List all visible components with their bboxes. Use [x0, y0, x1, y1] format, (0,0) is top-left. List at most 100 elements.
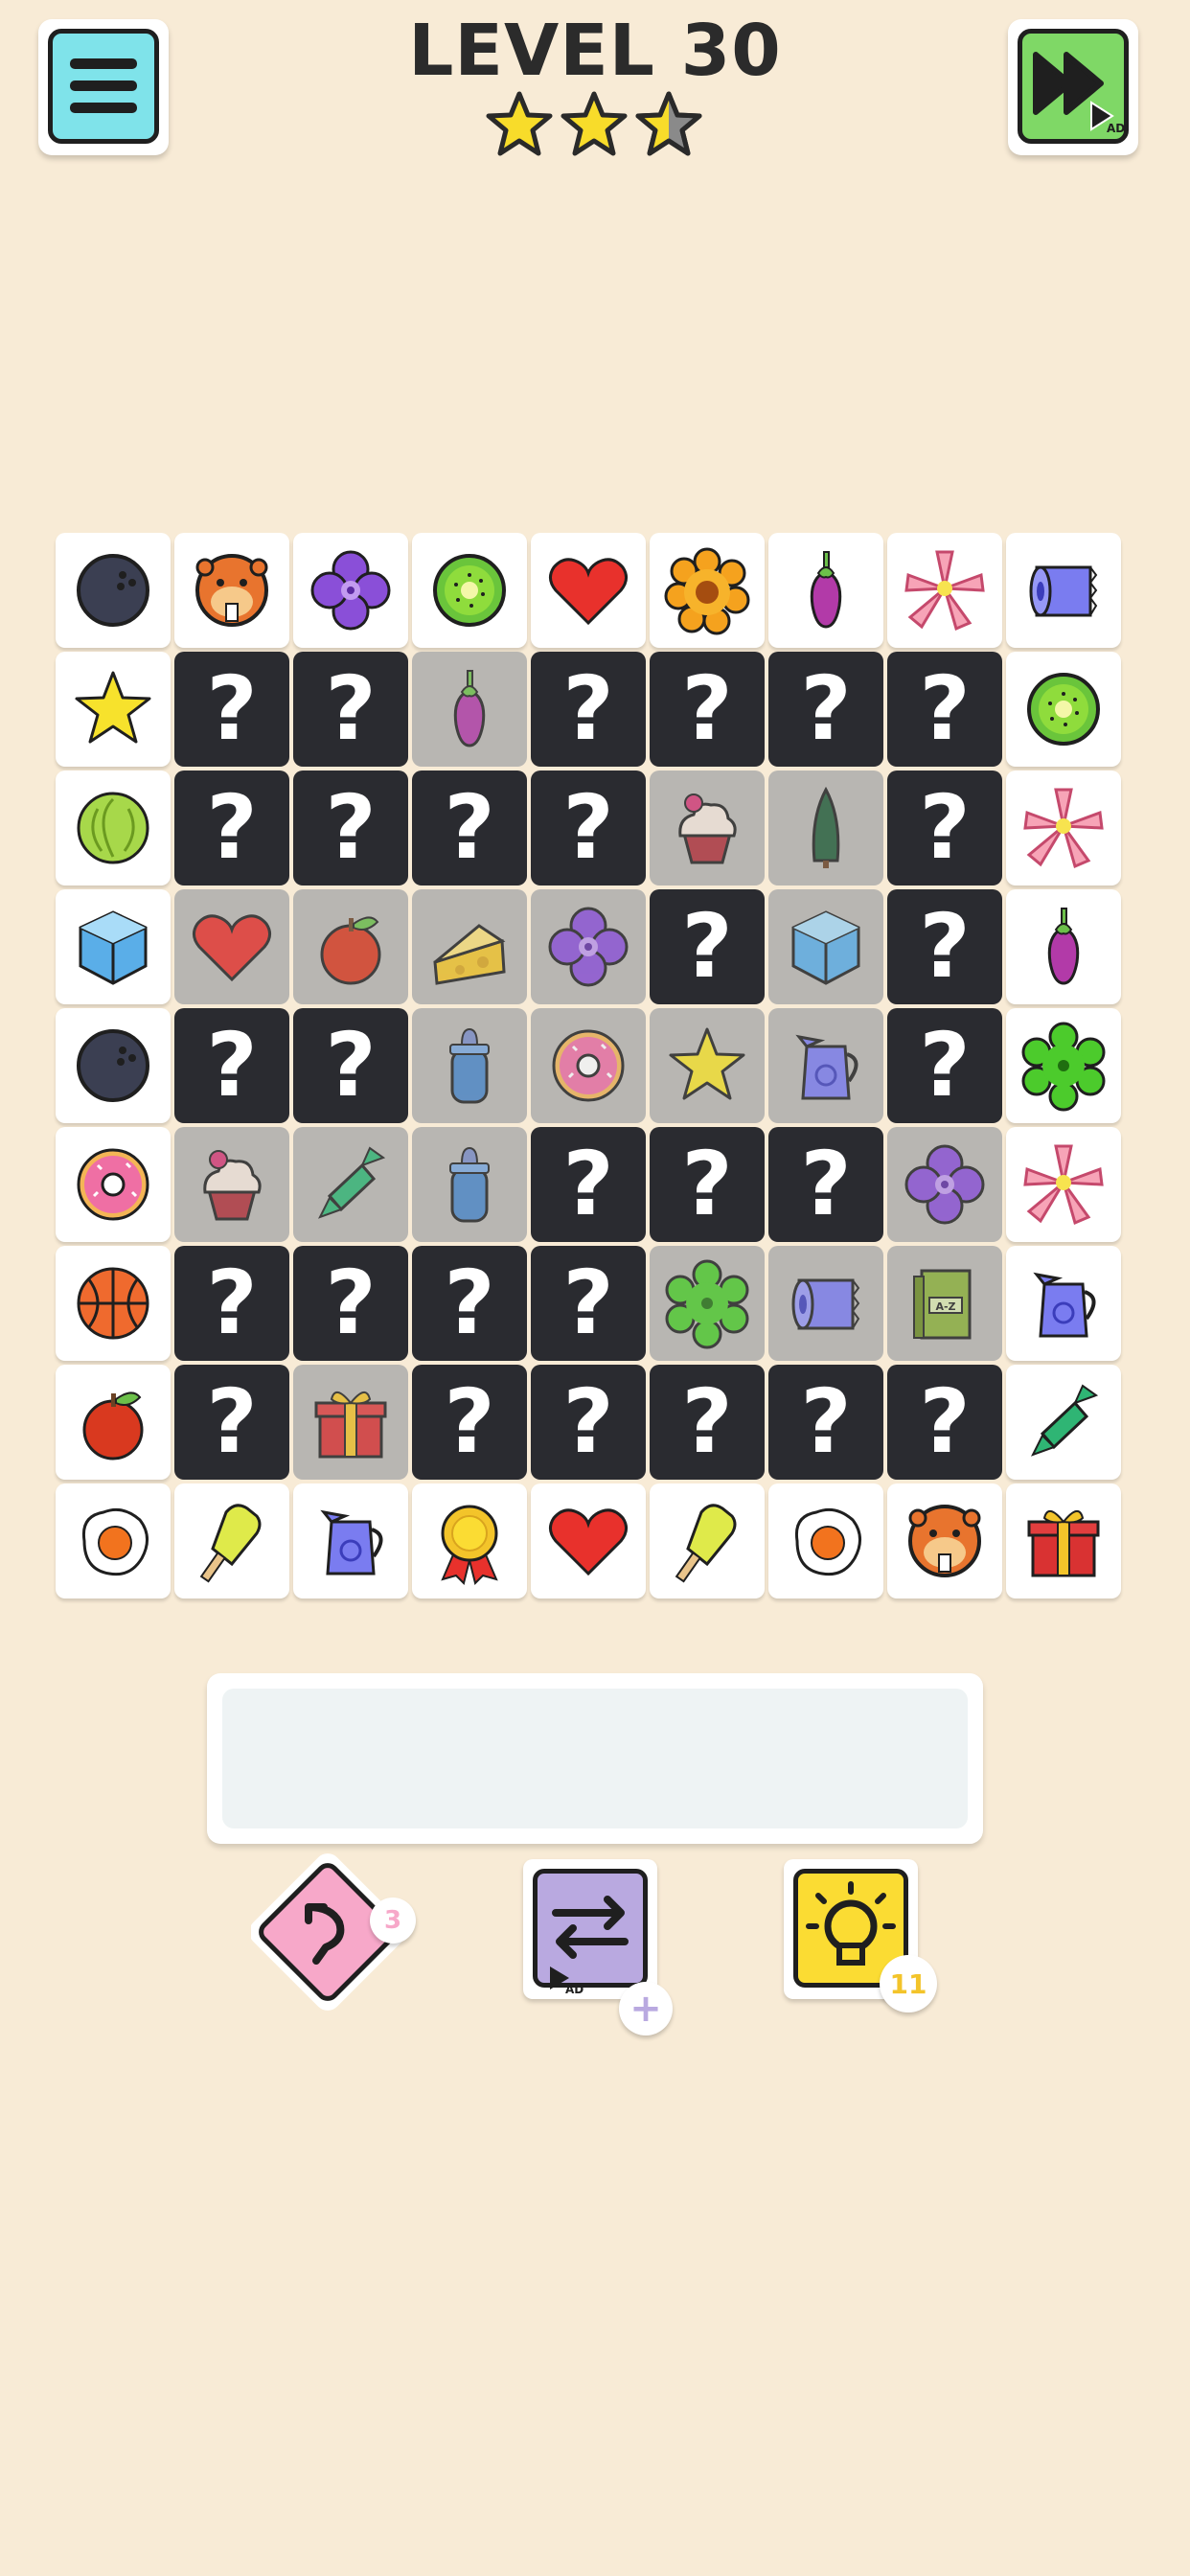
hidden-tile: ? [650, 1127, 765, 1242]
hidden-tile: ? [174, 770, 289, 886]
tile-candy[interactable] [1006, 1365, 1121, 1480]
tile-eggplant[interactable] [768, 533, 883, 648]
tile-beaver[interactable] [887, 1484, 1002, 1598]
hidden-tile: ? [531, 1127, 646, 1242]
tile-bowling-ball[interactable] [56, 533, 171, 648]
skip-level-button[interactable]: AD [1008, 19, 1138, 155]
kiwi-icon [1027, 673, 1100, 746]
tile-dictionary: A-Z [887, 1246, 1002, 1361]
hint-button[interactable]: 11 [784, 1859, 937, 2012]
hint-count-badge: 11 [880, 1955, 937, 2012]
star-rating [485, 90, 709, 159]
eggplant-icon [1047, 908, 1080, 985]
hidden-tile: ? [768, 652, 883, 767]
tile-heart[interactable] [531, 533, 646, 648]
tile-eggplant[interactable] [1006, 889, 1121, 1004]
question-mark-icon: ? [919, 1370, 971, 1473]
green-flower-icon [665, 1259, 749, 1349]
star-icon [669, 1027, 745, 1100]
hidden-tile: ? [531, 1365, 646, 1480]
tile-apple[interactable] [56, 1365, 171, 1480]
tile-heart[interactable] [531, 1484, 646, 1598]
tile-orange-flower[interactable] [650, 533, 765, 648]
eggplant-icon [810, 551, 842, 629]
tile-fried-egg[interactable] [768, 1484, 883, 1598]
tile-ice-cube[interactable] [56, 889, 171, 1004]
hidden-tile: ? [174, 1246, 289, 1361]
pink-lily-icon [1023, 1144, 1104, 1226]
toilet-paper-icon [791, 1278, 860, 1330]
question-mark-icon: ? [206, 1014, 258, 1116]
tile-gift[interactable] [1006, 1484, 1121, 1598]
popsicle-icon [675, 1504, 737, 1583]
star-icon [75, 671, 151, 744]
undo-button[interactable]: 3 [249, 1844, 416, 2026]
tile-kiwi[interactable] [1006, 652, 1121, 767]
ice-cube-icon [791, 910, 860, 985]
ad-label: AD [1107, 122, 1124, 135]
tile-donut [531, 1008, 646, 1123]
hidden-tile: ? [887, 652, 1002, 767]
tile-pink-lily[interactable] [887, 533, 1002, 648]
tile-ice-cube [768, 889, 883, 1004]
tile-fried-egg[interactable] [56, 1484, 171, 1598]
ad-label: AD [565, 1983, 584, 1996]
tile-beaver[interactable] [174, 533, 289, 648]
shuffle-arrows-icon: AD [550, 1896, 629, 1996]
baby-bottle-icon [449, 1146, 490, 1223]
tile-donut[interactable] [56, 1127, 171, 1242]
question-mark-icon: ? [206, 776, 258, 879]
ice-cube-icon [79, 910, 148, 985]
tile-basketball[interactable] [56, 1246, 171, 1361]
tile-cabbage[interactable] [56, 770, 171, 886]
apple-icon [320, 916, 381, 985]
question-mark-icon: ? [919, 895, 971, 998]
tile-pine-tree [768, 770, 883, 886]
tile-popsicle[interactable] [174, 1484, 289, 1598]
tile-purple-flower[interactable] [293, 533, 408, 648]
hidden-tile: ? [174, 1365, 289, 1480]
green-flower-icon [1021, 1022, 1106, 1112]
gift-icon [314, 1392, 387, 1459]
shuffle-button[interactable]: AD + [523, 1859, 673, 2036]
tile-star[interactable] [56, 652, 171, 767]
hidden-tile: ? [412, 1365, 527, 1480]
question-mark-icon: ? [800, 1133, 852, 1235]
tile-cupcake [650, 770, 765, 886]
donut-icon [552, 1029, 625, 1102]
tile-medal[interactable] [412, 1484, 527, 1598]
question-mark-icon: ? [800, 657, 852, 760]
question-mark-icon: ? [919, 657, 971, 760]
hidden-tile: ? [768, 1127, 883, 1242]
baby-bottle-icon [449, 1027, 490, 1104]
purple-flower-icon [904, 1144, 985, 1225]
pine-tree-icon [812, 786, 840, 868]
medal-icon [441, 1505, 498, 1585]
cheese-icon [433, 924, 506, 985]
tile-bowling-ball[interactable] [56, 1008, 171, 1123]
fried-egg-icon [794, 1507, 861, 1576]
popsicle-icon [199, 1504, 262, 1583]
tile-kiwi[interactable] [412, 533, 527, 648]
tile-toilet-paper [768, 1246, 883, 1361]
toilet-paper-icon [1029, 565, 1098, 617]
eggplant-icon [453, 670, 486, 748]
tile-pink-lily[interactable] [1006, 770, 1121, 886]
question-mark-icon: ? [681, 895, 733, 998]
tile-heart [174, 889, 289, 1004]
tile-popsicle[interactable] [650, 1484, 765, 1598]
tile-eggplant [412, 652, 527, 767]
jug-icon [795, 1034, 858, 1100]
tile-green-flower[interactable] [1006, 1008, 1121, 1123]
tile-jug[interactable] [1006, 1246, 1121, 1361]
hidden-tile: ? [768, 1365, 883, 1480]
hidden-tile: ? [174, 1008, 289, 1123]
tile-toilet-paper[interactable] [1006, 533, 1121, 648]
tile-jug[interactable] [293, 1484, 408, 1598]
question-mark-icon: ? [325, 1252, 377, 1354]
tile-pink-lily[interactable] [1006, 1127, 1121, 1242]
tile-board: ??????????????????????? A-Z?????? [56, 533, 1121, 1598]
heart-icon [549, 1508, 628, 1576]
question-mark-icon: ? [562, 1252, 614, 1354]
undo-count-badge: 3 [370, 1898, 416, 1944]
